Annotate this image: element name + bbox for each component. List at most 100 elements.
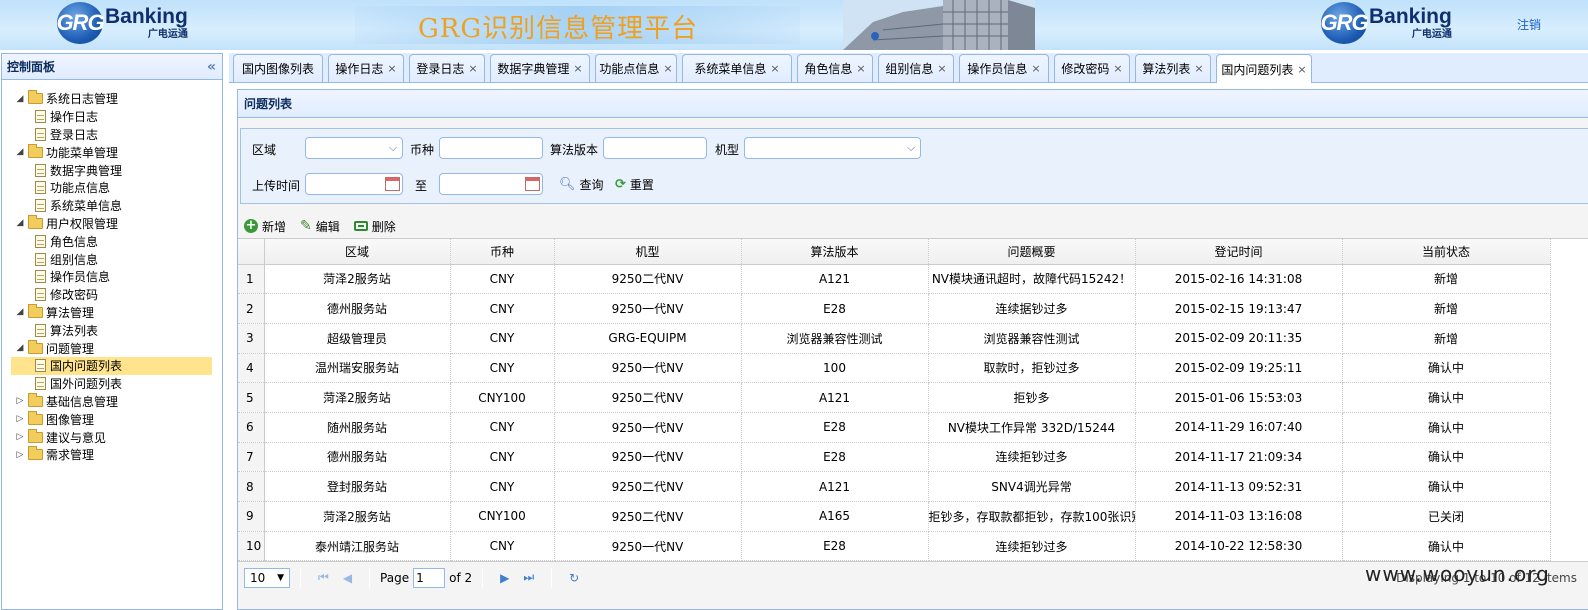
tree-node[interactable]: 操作日志 — [2, 108, 222, 126]
collapsed-arrow-icon[interactable]: ▷ — [12, 450, 28, 460]
table-row[interactable]: 10 泰州靖江服务站 CNY 9250一代NV E28 连续拒钞过多 2014-10-22 … — [238, 531, 1551, 562]
tree-node[interactable]: ◢ 算法管理 — [2, 303, 222, 322]
tab[interactable]: 操作员信息 × — [959, 54, 1049, 82]
table-cell: 新增 — [1342, 264, 1551, 295]
close-icon[interactable]: × — [573, 62, 582, 75]
model-select[interactable]: ⌵ — [744, 137, 921, 159]
tree-node[interactable]: 系统菜单信息 — [2, 197, 222, 215]
tree-node[interactable]: 国外问题列表 — [2, 375, 222, 393]
reset-button[interactable]: ⟳ 重置 — [615, 176, 654, 193]
table-cell: 菏泽2服务站 — [264, 264, 451, 295]
calendar-icon[interactable] — [385, 177, 400, 191]
tree-node[interactable]: ◢ 问题管理 — [2, 339, 222, 357]
tree-node[interactable]: 算法列表 — [2, 321, 222, 339]
row-number: 2 — [238, 293, 265, 324]
expanded-arrow-icon[interactable]: ◢ — [12, 307, 28, 317]
add-button[interactable]: + 新增 — [244, 218, 286, 235]
table-row[interactable]: 9 菏泽2服务站 CNY100 9250二代NV A165 拒钞多，存取款都拒钞，存款10… — [238, 501, 1551, 532]
collapsed-arrow-icon[interactable]: ▷ — [12, 396, 28, 406]
tree-node[interactable]: 登录日志 — [2, 126, 222, 144]
expanded-arrow-icon[interactable]: ◢ — [12, 147, 28, 157]
page-number-input[interactable]: 1 — [413, 567, 446, 588]
tree-node[interactable]: ▷ 图像管理 — [2, 410, 222, 428]
close-icon[interactable]: × — [663, 62, 672, 75]
close-icon[interactable]: × — [1297, 63, 1306, 76]
last-page-icon[interactable]: ⏭ — [523, 570, 534, 585]
calendar-icon[interactable] — [525, 177, 540, 191]
collapse-left-icon[interactable]: « — [207, 59, 216, 75]
separator — [300, 567, 301, 588]
tree-node[interactable]: ▷ 建议与意见 — [2, 428, 222, 446]
tree-node[interactable]: ◢ 系统日志管理 — [2, 90, 222, 108]
table-row[interactable]: 1 菏泽2服务站 CNY 9250二代NV A121 NV模块通讯超时，故障代码15242… — [238, 264, 1551, 295]
expanded-arrow-icon[interactable]: ◢ — [12, 94, 28, 104]
tab[interactable]: 算法列表 × — [1135, 54, 1211, 82]
tree-node[interactable]: ▷ 需求管理 — [2, 446, 222, 464]
table-cell: E28 — [741, 442, 929, 473]
chevron-down-icon[interactable]: ⌵ — [384, 138, 402, 158]
refresh-icon[interactable]: ↻ — [569, 571, 579, 585]
tree-node[interactable]: 功能点信息 — [2, 179, 222, 197]
date-to-input[interactable] — [439, 173, 543, 195]
tree-node[interactable]: 数据字典管理 — [2, 161, 222, 179]
close-icon[interactable]: × — [1031, 62, 1040, 75]
tree-node[interactable]: ◢ 功能菜单管理 — [2, 143, 222, 161]
close-icon[interactable]: × — [387, 62, 396, 75]
tree-node[interactable]: 修改密码 — [2, 286, 222, 304]
close-icon[interactable]: × — [856, 62, 865, 75]
close-icon[interactable]: × — [1194, 62, 1203, 75]
close-icon[interactable]: × — [1113, 62, 1122, 75]
column-header[interactable]: 登记时间 — [1135, 239, 1343, 265]
table-row[interactable]: 6 随州服务站 CNY 9250一代NV E28 NV模块工作异常 332D/15244 2… — [238, 412, 1551, 443]
prev-page-icon[interactable]: ◀ — [343, 571, 352, 585]
tab[interactable]: 登录日志 × — [409, 54, 485, 82]
tab[interactable]: 角色信息 × — [797, 54, 873, 82]
close-icon[interactable]: × — [770, 62, 779, 75]
table-row[interactable]: 5 菏泽2服务站 CNY100 9250二代NV A121 拒钞多 2015-01-06 1… — [238, 382, 1551, 413]
logout-link[interactable]: 注销 — [1517, 16, 1541, 33]
tab[interactable]: 修改密码 × — [1054, 54, 1130, 82]
column-header[interactable]: 区域 — [264, 239, 451, 265]
delete-button[interactable]: 删除 — [353, 218, 396, 235]
column-header[interactable]: 当前状态 — [1342, 239, 1551, 265]
column-header[interactable]: 币种 — [450, 239, 555, 265]
tree-node[interactable]: 国内问题列表 — [11, 356, 212, 375]
next-page-icon[interactable]: ▶ — [500, 571, 509, 585]
table-row[interactable]: 4 温州瑞安服务站 CNY 9250一代NV 100 取款时，拒钞过多 2015-02-09… — [238, 353, 1551, 384]
expanded-arrow-icon[interactable]: ◢ — [12, 343, 28, 353]
close-icon[interactable]: × — [468, 62, 477, 75]
expanded-arrow-icon[interactable]: ◢ — [12, 218, 28, 228]
column-header[interactable]: 问题概要 — [928, 239, 1136, 265]
tab[interactable]: 数据字典管理 × — [490, 54, 590, 82]
table-row[interactable]: 2 德州服务站 CNY 9250一代NV E28 连续据钞过多 2015-02-15 19:… — [238, 293, 1551, 324]
table-cell: 拒钞多，存取款都拒钞，存款100张识别 — [928, 501, 1136, 532]
tab[interactable]: 国内问题列表 × — [1216, 54, 1312, 83]
tree-node[interactable]: ◢ 用户权限管理 — [2, 214, 222, 233]
tab[interactable]: 操作日志 × — [328, 54, 404, 82]
tab[interactable]: 组别信息 × — [878, 54, 954, 82]
table-row[interactable]: 8 登封服务站 CNY 9250二代NV A121 SNV4调光异常 2014-11-13 … — [238, 471, 1551, 502]
tab[interactable]: 系统菜单信息 × — [682, 54, 792, 82]
edit-button[interactable]: ✎ 编辑 — [300, 218, 340, 235]
chevron-down-icon[interactable]: ⌵ — [902, 138, 920, 158]
collapsed-arrow-icon[interactable]: ▷ — [12, 414, 28, 424]
tree-node[interactable]: ▷ 基础信息管理 — [2, 392, 222, 411]
column-header[interactable]: 算法版本 — [741, 239, 929, 265]
tree-node[interactable]: 角色信息 — [2, 232, 222, 250]
tree-node[interactable]: 操作员信息 — [2, 268, 222, 286]
tab[interactable]: 功能点信息 × — [595, 54, 677, 82]
close-icon[interactable]: × — [937, 62, 946, 75]
tree-node[interactable]: 组别信息 — [2, 250, 222, 268]
algo-version-input[interactable] — [603, 137, 707, 159]
region-select[interactable]: ⌵ — [305, 137, 403, 159]
table-row[interactable]: 3 超级管理员 CNY GRG-EQUIPM 浏览器兼容性测试 浏览器兼容性测试 2015-… — [238, 323, 1551, 354]
date-from-input[interactable] — [305, 173, 403, 195]
first-page-icon[interactable]: ⏮ — [318, 570, 329, 585]
table-row[interactable]: 7 德州服务站 CNY 9250一代NV E28 连续拒钞过多 2014-11-17 21:… — [238, 442, 1551, 473]
query-button[interactable]: 🔍︎ 查询 — [559, 176, 604, 193]
tab[interactable]: 国内图像列表 — [233, 54, 323, 82]
page-size-select[interactable]: 10 ▼ — [244, 567, 290, 588]
collapsed-arrow-icon[interactable]: ▷ — [12, 432, 28, 442]
currency-input[interactable] — [439, 137, 543, 159]
column-header[interactable]: 机型 — [554, 239, 742, 265]
